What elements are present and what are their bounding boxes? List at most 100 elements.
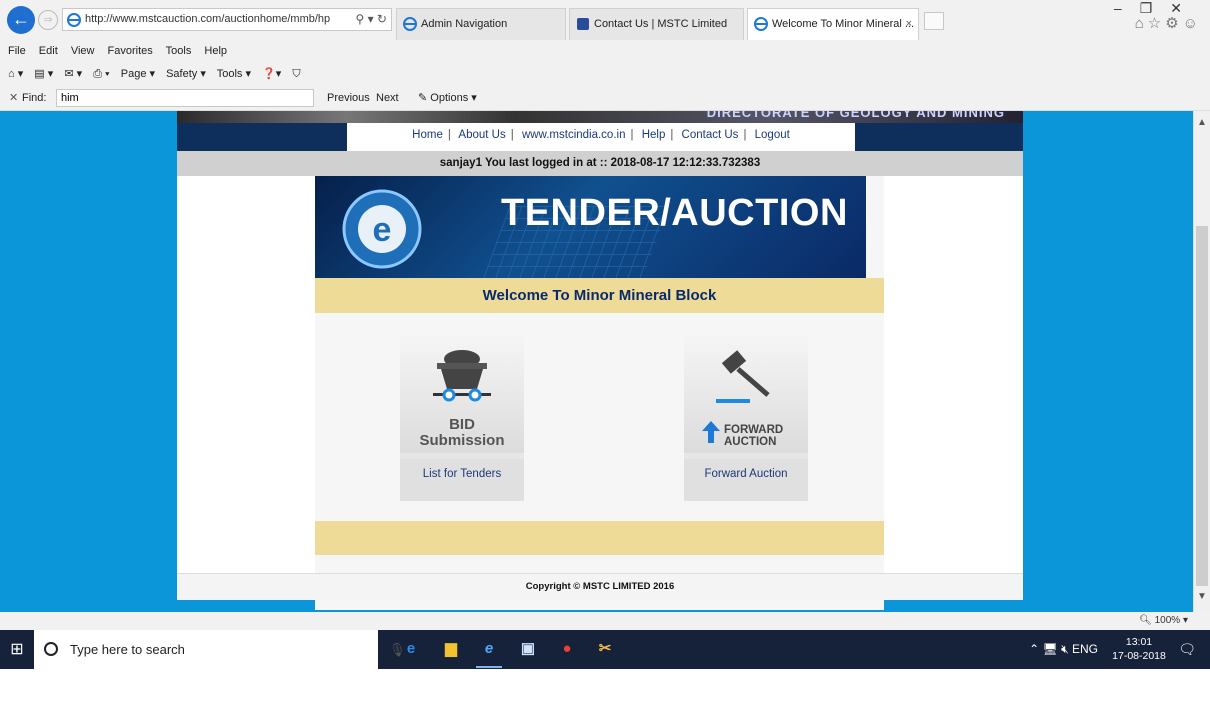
close-tab-icon[interactable]: ×	[906, 9, 912, 39]
notification-count: 4	[1178, 686, 1185, 700]
forward-caption-line-2: AUCTION	[724, 436, 777, 448]
gavel-icon	[716, 350, 770, 403]
browser-tab-bar: ← ⇒ http://www.mstcauction.com/auctionho…	[0, 0, 1210, 40]
tab-welcome-minor-mineral[interactable]: Welcome To Minor Mineral ... ×	[747, 8, 919, 40]
tab-admin-navigation[interactable]: Admin Navigation	[396, 8, 566, 40]
edge-icon[interactable]: e	[398, 636, 424, 662]
bid-submission-tile[interactable]: BID Submission	[400, 335, 524, 453]
ie-icon	[403, 17, 417, 31]
hero-title: TENDER/AUCTION	[501, 192, 848, 234]
tab-contact-us[interactable]: Contact Us | MSTC Limited	[569, 8, 744, 40]
clock-date: 17-08-2018	[1112, 650, 1166, 662]
clock-time: 13:01	[1125, 636, 1153, 648]
address-bar[interactable]: http://www.mstcauction.com/auctionhome/m…	[62, 8, 392, 31]
taskbar-search-placeholder: Type here to search	[70, 642, 185, 657]
zoom-icon: 🔍︎	[1139, 615, 1155, 626]
home-icon[interactable]: ⌂ ▾	[8, 68, 23, 80]
news-app-icon[interactable]: ▣	[515, 636, 541, 662]
menu-help[interactable]: Help	[204, 45, 227, 57]
scroll-thumb[interactable]	[1196, 226, 1208, 586]
internet-explorer-icon[interactable]: e	[476, 636, 502, 668]
windows-start-icon[interactable]: ⊞	[0, 630, 34, 669]
home-favorites-settings-icons[interactable]: ⌂☆⚙☺	[1135, 14, 1202, 32]
back-button[interactable]: ←	[7, 6, 35, 34]
shield-icon[interactable]: ⛉	[292, 68, 300, 80]
feeds-icon[interactable]: ▤ ▾	[34, 68, 53, 80]
zoom-level[interactable]: 🔍︎ 100% ▾	[1139, 612, 1188, 630]
e-globe-logo-icon: e	[342, 189, 422, 269]
cortana-icon	[44, 642, 58, 656]
main-content: e TENDER/AUCTION Welcome To Minor Minera…	[315, 176, 884, 610]
page-viewport: DIRECTORATE OF GEOLOGY AND MINING Home | …	[0, 111, 1193, 612]
nav-mstcindia[interactable]: www.mstcindia.co.in	[522, 129, 626, 141]
status-bar: 🔍︎ 100% ▾	[0, 612, 1210, 630]
up-arrow-icon	[702, 421, 720, 443]
mail-icon[interactable]: ✉ ▾	[64, 68, 82, 80]
tab-label: Contact Us | MSTC Limited	[594, 18, 728, 30]
new-tab-button[interactable]	[924, 12, 944, 30]
scroll-up-icon[interactable]: ▲	[1197, 117, 1207, 128]
menu-file[interactable]: File	[8, 45, 26, 57]
svg-text:e: e	[373, 211, 392, 249]
bid-caption: BID Submission	[400, 417, 524, 449]
menu-tools[interactable]: Tools	[166, 45, 192, 57]
nav-contact-us[interactable]: Contact Us	[682, 129, 739, 141]
hero-banner: e TENDER/AUCTION	[315, 176, 866, 280]
clock[interactable]: 13:01 17-08-2018	[1110, 635, 1168, 663]
menu-view[interactable]: View	[71, 45, 95, 57]
print-icon[interactable]: ⎙ ▾	[93, 68, 109, 80]
taskbar-search-box[interactable]: Type here to search 🎙︎	[34, 630, 406, 669]
find-input[interactable]	[56, 89, 314, 107]
bid-caption-line-1: BID	[449, 416, 475, 433]
banner-text: DIRECTORATE OF GEOLOGY AND MINING	[706, 111, 1005, 120]
address-url: http://www.mstcauction.com/auctionhome/m…	[85, 13, 331, 25]
login-info: sanjay1 You last logged in at :: 2018-08…	[177, 151, 1023, 176]
menu-bar: File Edit View Favorites Tools Help	[0, 40, 1210, 62]
tab-label: Admin Navigation	[421, 18, 508, 30]
forward-auction-link[interactable]: Forward Auction	[684, 459, 808, 501]
command-bar: ⌂ ▾ ▤ ▾ ✉ ▾ ⎙ ▾ Page ▾ Safety ▾ Tools ▾ …	[0, 62, 1210, 86]
menu-favorites[interactable]: Favorites	[108, 45, 153, 57]
bid-caption-line-2: Submission	[419, 432, 505, 449]
file-explorer-icon[interactable]: ▆	[438, 636, 464, 662]
language-indicator[interactable]: ENG	[1072, 642, 1098, 656]
snipping-tool-icon[interactable]: ✂	[592, 636, 618, 662]
forward-caption: FORWARD AUCTION	[724, 424, 783, 448]
help-icon[interactable]: ❓▾	[262, 68, 281, 80]
tools-menu[interactable]: Tools ▾	[217, 68, 251, 80]
content-band	[315, 521, 884, 555]
tab-label: Welcome To Minor Mineral ...	[772, 18, 915, 30]
list-for-tenders-link[interactable]: List for Tenders	[400, 459, 524, 501]
search-refresh-icon[interactable]: ⚲ ▾ ↻	[355, 9, 387, 30]
find-bar: ✕ Find: Previous Next ✎ Options ▾	[0, 86, 1210, 111]
nav-home[interactable]: Home	[412, 129, 443, 141]
nav-about-us[interactable]: About Us	[458, 129, 505, 141]
forward-auction-tile[interactable]: FORWARD AUCTION	[684, 335, 808, 453]
page-menu[interactable]: Page ▾	[121, 68, 155, 80]
tray-icons[interactable]: ⌃ 🖥︎ 🔇︎ ENG	[1029, 630, 1098, 669]
nav-logout[interactable]: Logout	[755, 129, 790, 141]
forward-button[interactable]: ⇒	[38, 10, 58, 30]
zoom-value: 100%	[1154, 615, 1181, 626]
scroll-down-icon[interactable]: ▼	[1197, 591, 1207, 602]
notification-icon[interactable]: 🗨︎4	[1178, 630, 1196, 713]
find-next-button[interactable]: Next	[376, 86, 399, 110]
taskbar: ⊞ Type here to search 🎙︎ e ▆ e ▣ ● ✂ ⌃ 🖥…	[0, 630, 1210, 700]
find-options-button[interactable]: ✎ Options ▾	[418, 86, 477, 110]
site-nav: Home | About Us | www.mstcindia.co.in | Hel…	[177, 123, 1023, 151]
vertical-scrollbar[interactable]: ▲ ▼	[1193, 111, 1210, 612]
nav-help[interactable]: Help	[642, 129, 666, 141]
welcome-heading: Welcome To Minor Mineral Block	[315, 278, 884, 313]
find-label: Find:	[22, 92, 47, 104]
site-banner: DIRECTORATE OF GEOLOGY AND MINING	[177, 111, 1023, 123]
forward-caption-line-1: FORWARD	[724, 424, 784, 436]
footer-copyright: Copyright © MSTC LIMITED 2016	[177, 573, 1023, 600]
find-previous-button[interactable]: Previous	[327, 86, 370, 110]
chrome-icon[interactable]: ●	[554, 636, 580, 662]
forward-auction-card[interactable]: FORWARD AUCTION Forward Auction	[684, 335, 808, 501]
close-find-icon[interactable]: ✕	[9, 86, 18, 110]
safety-menu[interactable]: Safety ▾	[166, 68, 206, 80]
pencil-icon: ✎	[418, 92, 431, 104]
menu-edit[interactable]: Edit	[39, 45, 58, 57]
bid-submission-card[interactable]: BID Submission List for Tenders	[400, 335, 524, 501]
